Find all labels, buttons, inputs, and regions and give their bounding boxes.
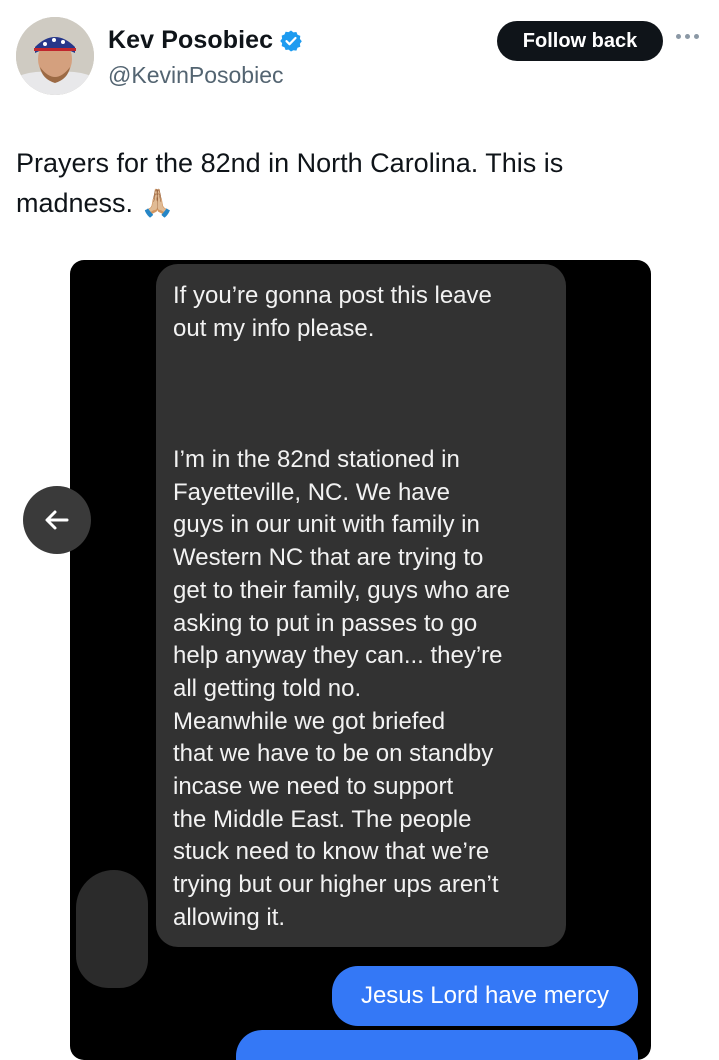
received-message-text-1: If you’re gonna post this leave out my i… — [173, 282, 492, 342]
received-message-bubble: If you’re gonna post this leave out my i… — [156, 264, 566, 947]
more-horizontal-icon[interactable] — [676, 34, 699, 39]
display-name[interactable]: Kev Posobiec — [108, 26, 273, 55]
author-handle[interactable]: @KevinPosobiec — [108, 62, 284, 89]
author-name-row: Kev Posobiec — [108, 26, 303, 55]
follow-back-button[interactable]: Follow back — [497, 21, 663, 61]
previous-media-button[interactable] — [23, 486, 91, 554]
redaction-scribble — [76, 870, 148, 988]
avatar-image — [16, 17, 94, 95]
arrow-left-icon — [45, 510, 69, 530]
sent-message-bubble-partial — [236, 1030, 638, 1060]
tweet-text: Prayers for the 82nd in North Carolina. … — [16, 148, 564, 218]
verified-badge-icon — [280, 30, 302, 51]
tweet-media-image[interactable]: If you’re gonna post this leave out my i… — [70, 260, 651, 1060]
sent-message-bubble: Jesus Lord have mercy — [332, 966, 638, 1026]
avatar[interactable] — [16, 17, 94, 95]
received-message-text-2: I’m in the 82nd stationed in Fayettevill… — [173, 446, 511, 931]
